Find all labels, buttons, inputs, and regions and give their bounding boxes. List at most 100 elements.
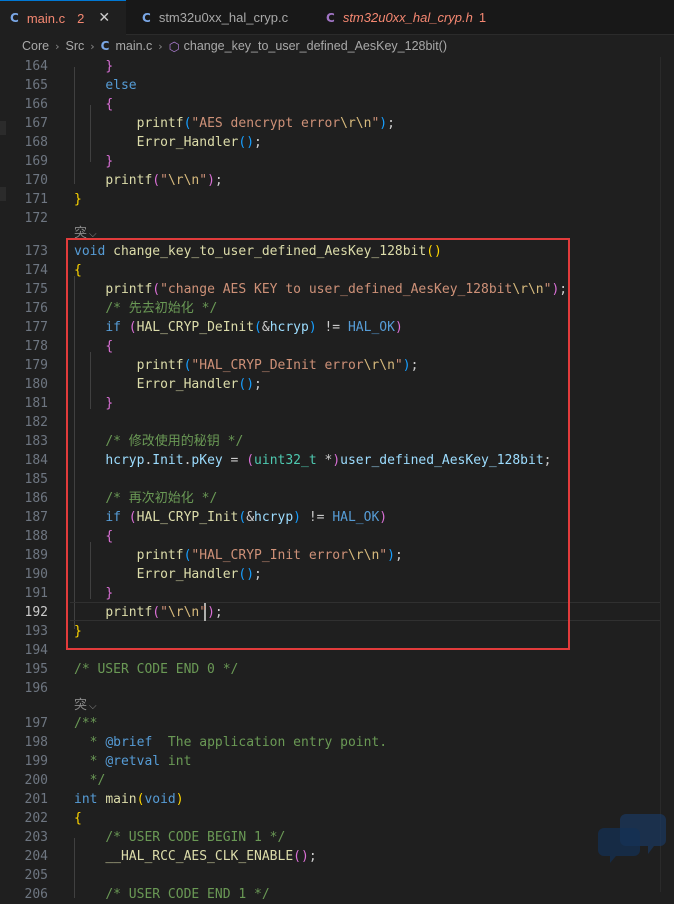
code-line[interactable]: 181 } xyxy=(0,394,674,413)
line-code: /* USER CODE BEGIN 1 */ xyxy=(74,828,285,847)
code-line[interactable]: 183 /* 修改使用的秘钥 */ xyxy=(0,432,674,451)
line-number: 202 xyxy=(24,811,48,826)
breadcrumb-item-src[interactable]: Src xyxy=(66,39,85,53)
code-line[interactable]: 179 printf("HAL_CRYP_DeInit error\r\n"); xyxy=(0,356,674,375)
code-line[interactable]: 175 printf("change AES KEY to user_defin… xyxy=(0,280,674,299)
code-token: " xyxy=(394,358,403,373)
c-file-icon: C xyxy=(100,39,110,53)
code-line[interactable]: 206 /* USER CODE END 1 */ xyxy=(0,885,674,904)
code-line[interactable]: 184 hcryp.Init.pKey = (uint32_t *)user_d… xyxy=(0,451,674,470)
line-number: 184 xyxy=(24,453,48,468)
code-line[interactable]: 173 void change_key_to_user_defined_AesKe… xyxy=(0,242,674,261)
code-line[interactable]: 177 if (HAL_CRYP_DeInit(&hcryp) != HAL_O… xyxy=(0,318,674,337)
code-line[interactable]: 172 xyxy=(0,209,674,228)
tab-main-c[interactable]: C main.c 2 ✕ xyxy=(0,0,126,35)
code-token: if xyxy=(105,510,121,525)
line-code: */ xyxy=(74,771,106,790)
code-token: \r\n xyxy=(363,358,395,373)
chevron-down-icon: ⌵ xyxy=(89,229,97,240)
code-line[interactable]: 188 { xyxy=(0,527,674,546)
breadcrumb-item-core[interactable]: Core xyxy=(22,39,49,53)
c-file-icon: C xyxy=(10,11,19,25)
code-token: } xyxy=(105,396,114,411)
line-number: 167 xyxy=(24,116,48,131)
codelens[interactable]: 突 ⌵ xyxy=(74,697,97,714)
code-line[interactable]: 185 xyxy=(0,470,674,489)
code-line[interactable]: 169 } xyxy=(0,152,674,171)
line-number: 199 xyxy=(24,754,48,769)
code-token: printf xyxy=(105,605,153,620)
code-line[interactable]: 168 Error_Handler(); xyxy=(0,133,674,152)
code-line[interactable]: 178 { xyxy=(0,337,674,356)
code-line[interactable]: 186 /* 再次初始化 */ xyxy=(0,489,674,508)
code-line[interactable]: 189 printf("HAL_CRYP_Init error\r\n"); xyxy=(0,546,674,565)
close-icon[interactable]: ✕ xyxy=(98,10,110,26)
chevron-right-icon: › xyxy=(55,39,60,53)
line-number: 183 xyxy=(24,434,48,449)
code-token: \r\n xyxy=(347,548,380,563)
code-line[interactable]: 171} xyxy=(0,190,674,209)
line-code: Error_Handler(); xyxy=(74,375,262,394)
code-line[interactable]: 187 if (HAL_CRYP_Init(&hcryp) != HAL_OK) xyxy=(0,508,674,527)
tab-stm32u0xx-hal-cryp-c[interactable]: C stm32u0xx_hal_cryp.c xyxy=(126,0,310,35)
line-number: 190 xyxy=(24,567,48,582)
code-line[interactable]: 198 * @brief The application entry point… xyxy=(0,733,674,752)
code-line[interactable]: 193} xyxy=(0,622,674,641)
code-line[interactable]: 205 xyxy=(0,866,674,885)
code-line[interactable]: 203 /* USER CODE BEGIN 1 */ xyxy=(0,828,674,847)
code-editor[interactable]: 突 ⌵ 突 ⌵ 164 } 165 else 166 {167 printf("AES … xyxy=(0,57,674,902)
line-code: printf("HAL_CRYP_Init error\r\n"); xyxy=(74,546,403,565)
code-line[interactable]: 190 Error_Handler(); xyxy=(0,565,674,584)
line-code: if (HAL_CRYP_Init(&hcryp) != HAL_OK) xyxy=(74,508,387,527)
code-line[interactable]: 166 { xyxy=(0,95,674,114)
code-line[interactable]: 176 /* 先去初始化 */ xyxy=(0,299,674,318)
code-line[interactable]: 192 printf("\r\n"); xyxy=(0,603,674,622)
code-line[interactable]: 199 * @retval int xyxy=(0,752,674,771)
code-token: " xyxy=(199,605,208,620)
code-token: /* 先去初始化 */ xyxy=(105,301,218,316)
line-code: } xyxy=(74,622,82,641)
code-line[interactable]: 200 */ xyxy=(0,771,674,790)
code-line[interactable]: 191 } xyxy=(0,584,674,603)
code-token: ( xyxy=(128,320,137,335)
code-line[interactable]: 167 printf("AES dencrypt error\r\n"); xyxy=(0,114,674,133)
breadcrumb-item-file[interactable]: main.c xyxy=(115,39,152,53)
code-token: Init xyxy=(152,453,184,468)
code-line[interactable]: 180 Error_Handler(); xyxy=(0,375,674,394)
line-number: 194 xyxy=(24,643,48,658)
code-line[interactable]: 182 xyxy=(0,413,674,432)
code-line[interactable]: 202 { xyxy=(0,809,674,828)
code-line[interactable]: 204 __HAL_RCC_AES_CLK_ENABLE(); xyxy=(0,847,674,866)
code-token: } xyxy=(74,192,82,207)
code-token: " xyxy=(199,173,208,188)
line-number: 175 xyxy=(24,282,48,297)
code-line[interactable]: 174 { xyxy=(0,261,674,280)
code-line[interactable]: 170 printf("\r\n"); xyxy=(0,171,674,190)
code-line[interactable]: 194 xyxy=(0,641,674,660)
code-token: () xyxy=(238,377,255,392)
code-line[interactable]: 164 } xyxy=(0,57,674,76)
code-line[interactable]: 201 int main(void) xyxy=(0,790,674,809)
tab-stm32u0xx-hal-cryp-h[interactable]: C stm32u0xx_hal_cryp.h 1 xyxy=(310,0,510,35)
code-line[interactable]: 195 /* USER CODE END 0 */ xyxy=(0,660,674,679)
breadcrumb-item-function[interactable]: change_key_to_user_defined_AesKey_128bit… xyxy=(184,39,447,53)
code-token: & xyxy=(246,510,255,525)
code-token: ; xyxy=(254,377,262,392)
code-line[interactable]: 165 else xyxy=(0,76,674,95)
code-token: & xyxy=(261,320,270,335)
code-line[interactable]: 197 /** xyxy=(0,714,674,733)
line-code: /* USER CODE END 0 */ xyxy=(74,660,238,679)
vertical-scrollbar[interactable] xyxy=(660,57,674,892)
code-token: ) xyxy=(379,510,388,525)
code-line[interactable]: 196 xyxy=(0,679,674,698)
code-token: * xyxy=(74,754,106,769)
code-token: () xyxy=(293,849,309,864)
line-number: 185 xyxy=(24,472,48,487)
code-token: printf xyxy=(136,358,184,373)
line-number: 187 xyxy=(24,510,48,525)
